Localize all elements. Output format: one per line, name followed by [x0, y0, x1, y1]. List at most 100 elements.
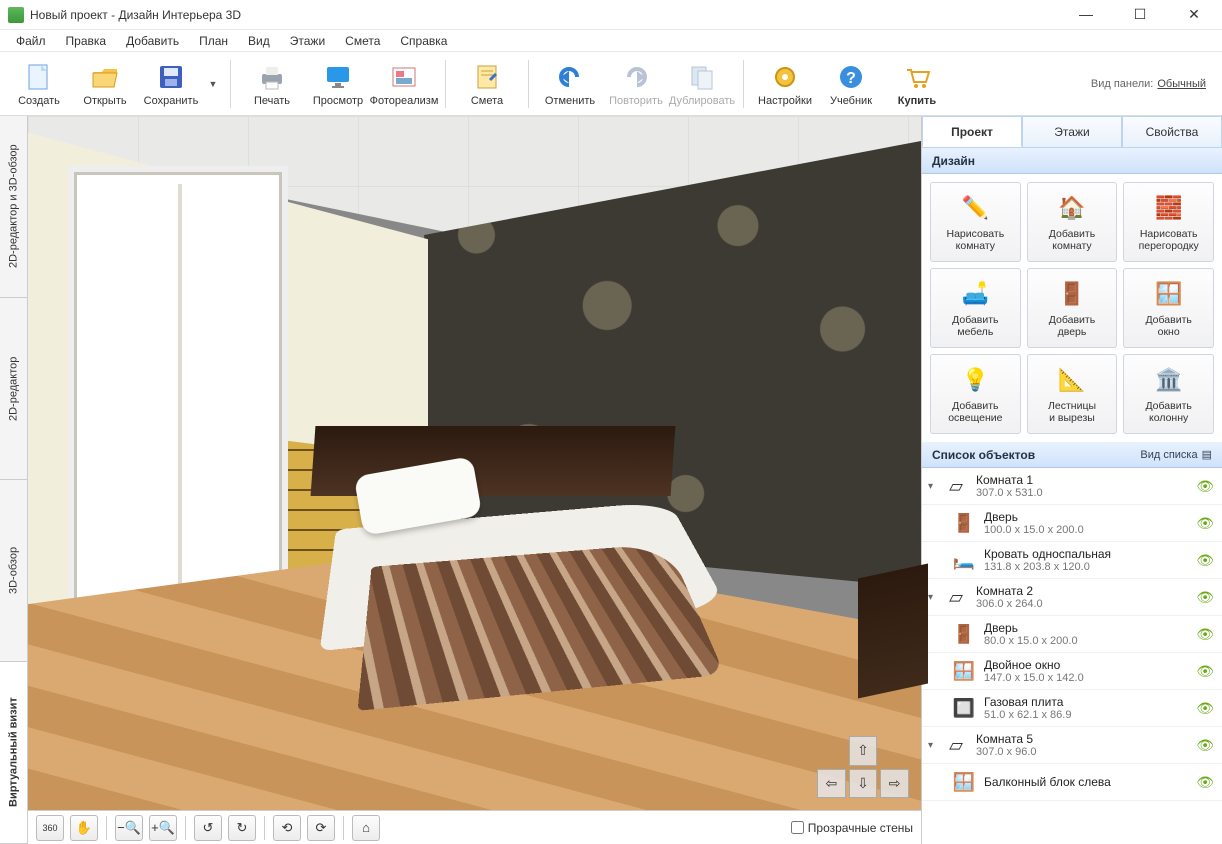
- redo-button[interactable]: Повторить: [605, 55, 667, 113]
- design-btn-7[interactable]: 📐Лестницыи вырезы: [1027, 354, 1118, 434]
- menu-view[interactable]: Вид: [238, 32, 280, 50]
- orbit-right-button[interactable]: ↻: [228, 815, 256, 841]
- preview-button[interactable]: Просмотр: [307, 55, 369, 113]
- visibility-toggle[interactable]: 👁: [1196, 626, 1214, 643]
- object-row[interactable]: 🪟Двойное окно147.0 x 15.0 x 142.0👁: [922, 653, 1222, 690]
- window-title: Новый проект - Дизайн Интерьера 3D: [30, 8, 241, 22]
- vtab-virtual-visit[interactable]: Виртуальный визит: [0, 662, 27, 844]
- chevron-down-icon: ▾: [928, 592, 940, 603]
- save-button[interactable]: Сохранить: [140, 55, 202, 113]
- design-icon-6: 💡: [959, 364, 991, 396]
- object-row[interactable]: ▾▱Комната 5307.0 x 96.0👁: [922, 727, 1222, 764]
- orbit-left-button[interactable]: ↺: [194, 815, 222, 841]
- zoom-in-button[interactable]: +🔍: [149, 815, 177, 841]
- tilt-down-icon: ⟳: [316, 820, 327, 836]
- printer-icon: [256, 61, 288, 93]
- object-row[interactable]: 🛏️Кровать односпальная131.8 x 203.8 x 12…: [922, 542, 1222, 579]
- tutorial-button[interactable]: ?Учебник: [820, 55, 882, 113]
- arrow-left-icon: ⇦: [825, 775, 837, 792]
- design-icon-3: 🛋️: [959, 278, 991, 310]
- print-button[interactable]: Печать: [241, 55, 303, 113]
- object-row[interactable]: 🪟Балконный блок слева👁: [922, 764, 1222, 801]
- settings-button[interactable]: Настройки: [754, 55, 816, 113]
- estimate-button[interactable]: Смета: [456, 55, 518, 113]
- nav-down-button[interactable]: ⇩: [849, 769, 878, 799]
- tilt-down-button[interactable]: ⟳: [307, 815, 335, 841]
- nav-right-button[interactable]: ⇨: [880, 769, 909, 799]
- object-row[interactable]: 🚪Дверь100.0 x 15.0 x 200.0👁: [922, 505, 1222, 542]
- visibility-toggle[interactable]: 👁: [1196, 737, 1214, 754]
- menu-floors[interactable]: Этажи: [280, 32, 335, 50]
- menu-help[interactable]: Справка: [390, 32, 457, 50]
- tab-properties[interactable]: Свойства: [1122, 116, 1222, 147]
- home-icon: ⌂: [362, 820, 370, 835]
- photorealism-button[interactable]: Фотореализм: [373, 55, 435, 113]
- objects-section-header: Список объектов Вид списка ▤: [922, 442, 1222, 468]
- viewport-3d[interactable]: ⇧ ⇦ ⇩ ⇨: [28, 116, 921, 810]
- design-btn-0[interactable]: ✏️Нарисоватькомнату: [930, 182, 1021, 262]
- visibility-toggle[interactable]: 👁: [1196, 515, 1214, 532]
- orbit-left-icon: ↺: [203, 820, 214, 836]
- vtab-2d-3d[interactable]: 2D-редактор и 3D-обзор: [0, 116, 27, 298]
- object-row[interactable]: ▾▱Комната 1307.0 x 531.0👁: [922, 468, 1222, 505]
- arrow-right-icon: ⇨: [889, 775, 901, 792]
- chevron-down-icon: ▼: [209, 79, 218, 89]
- design-icon-8: 🏛️: [1153, 364, 1185, 396]
- minimize-button[interactable]: —: [1066, 6, 1106, 23]
- open-button[interactable]: Открыть: [74, 55, 136, 113]
- object-row[interactable]: 🚪Дверь80.0 x 15.0 x 200.0👁: [922, 616, 1222, 653]
- design-btn-6[interactable]: 💡Добавитьосвещение: [930, 354, 1021, 434]
- object-row[interactable]: 🔲Газовая плита51.0 x 62.1 x 86.9👁: [922, 690, 1222, 727]
- pan-button[interactable]: ✋: [70, 815, 98, 841]
- design-btn-8[interactable]: 🏛️Добавитьколонну: [1123, 354, 1214, 434]
- tab-floors[interactable]: Этажи: [1022, 116, 1122, 147]
- notebook-icon: [471, 61, 503, 93]
- design-btn-5[interactable]: 🪟Добавитьокно: [1123, 268, 1214, 348]
- nav-up-button[interactable]: ⇧: [849, 736, 878, 766]
- menu-estimate[interactable]: Смета: [335, 32, 390, 50]
- visibility-toggle[interactable]: 👁: [1196, 663, 1214, 680]
- app-icon: [8, 7, 24, 23]
- menu-file[interactable]: Файл: [6, 32, 56, 50]
- vtab-2d-editor[interactable]: 2D-редактор: [0, 298, 27, 480]
- navigation-pad: ⇧ ⇦ ⇩ ⇨: [817, 736, 909, 798]
- zoom-out-button[interactable]: −🔍: [115, 815, 143, 841]
- visibility-toggle[interactable]: 👁: [1196, 700, 1214, 717]
- view-list-mode[interactable]: Вид списка ▤: [1140, 448, 1212, 461]
- door-icon: 🚪: [950, 620, 978, 648]
- tab-project[interactable]: Проект: [922, 116, 1022, 147]
- visibility-toggle[interactable]: 👁: [1196, 589, 1214, 606]
- design-btn-1[interactable]: 🏠Добавитькомнату: [1027, 182, 1118, 262]
- object-row[interactable]: ▾▱Комната 2306.0 x 264.0👁: [922, 579, 1222, 616]
- transparent-walls-checkbox[interactable]: Прозрачные стены: [791, 821, 913, 835]
- vtab-3d-view[interactable]: 3D-обзор: [0, 480, 27, 662]
- home-view-button[interactable]: ⌂: [352, 815, 380, 841]
- visibility-toggle[interactable]: 👁: [1196, 774, 1214, 791]
- save-dropdown[interactable]: ▼: [206, 55, 220, 113]
- tilt-up-button[interactable]: ⟲: [273, 815, 301, 841]
- window-icon: 🪟: [950, 768, 978, 796]
- maximize-button[interactable]: ☐: [1120, 6, 1160, 23]
- menu-edit[interactable]: Правка: [56, 32, 117, 50]
- visibility-toggle[interactable]: 👁: [1196, 552, 1214, 569]
- create-button[interactable]: Создать: [8, 55, 70, 113]
- undo-button[interactable]: Отменить: [539, 55, 601, 113]
- undo-icon: [554, 61, 586, 93]
- close-button[interactable]: ✕: [1174, 6, 1214, 23]
- panel-mode-link[interactable]: Обычный: [1157, 78, 1206, 90]
- menu-plan[interactable]: План: [189, 32, 238, 50]
- menu-add[interactable]: Добавить: [116, 32, 189, 50]
- nav-left-button[interactable]: ⇦: [817, 769, 846, 799]
- object-list: ▾▱Комната 1307.0 x 531.0👁🚪Дверь100.0 x 1…: [922, 468, 1222, 844]
- design-icon-0: ✏️: [959, 192, 991, 224]
- design-btn-4[interactable]: 🚪Добавитьдверь: [1027, 268, 1118, 348]
- view-360-button[interactable]: 360: [36, 815, 64, 841]
- title-bar: Новый проект - Дизайн Интерьера 3D — ☐ ✕: [0, 0, 1222, 30]
- design-icon-5: 🪟: [1153, 278, 1185, 310]
- buy-button[interactable]: Купить: [886, 55, 948, 113]
- menu-bar: Файл Правка Добавить План Вид Этажи Смет…: [0, 30, 1222, 52]
- design-btn-3[interactable]: 🛋️Добавитьмебель: [930, 268, 1021, 348]
- visibility-toggle[interactable]: 👁: [1196, 478, 1214, 495]
- design-btn-2[interactable]: 🧱Нарисоватьперегородку: [1123, 182, 1214, 262]
- duplicate-button[interactable]: Дублировать: [671, 55, 733, 113]
